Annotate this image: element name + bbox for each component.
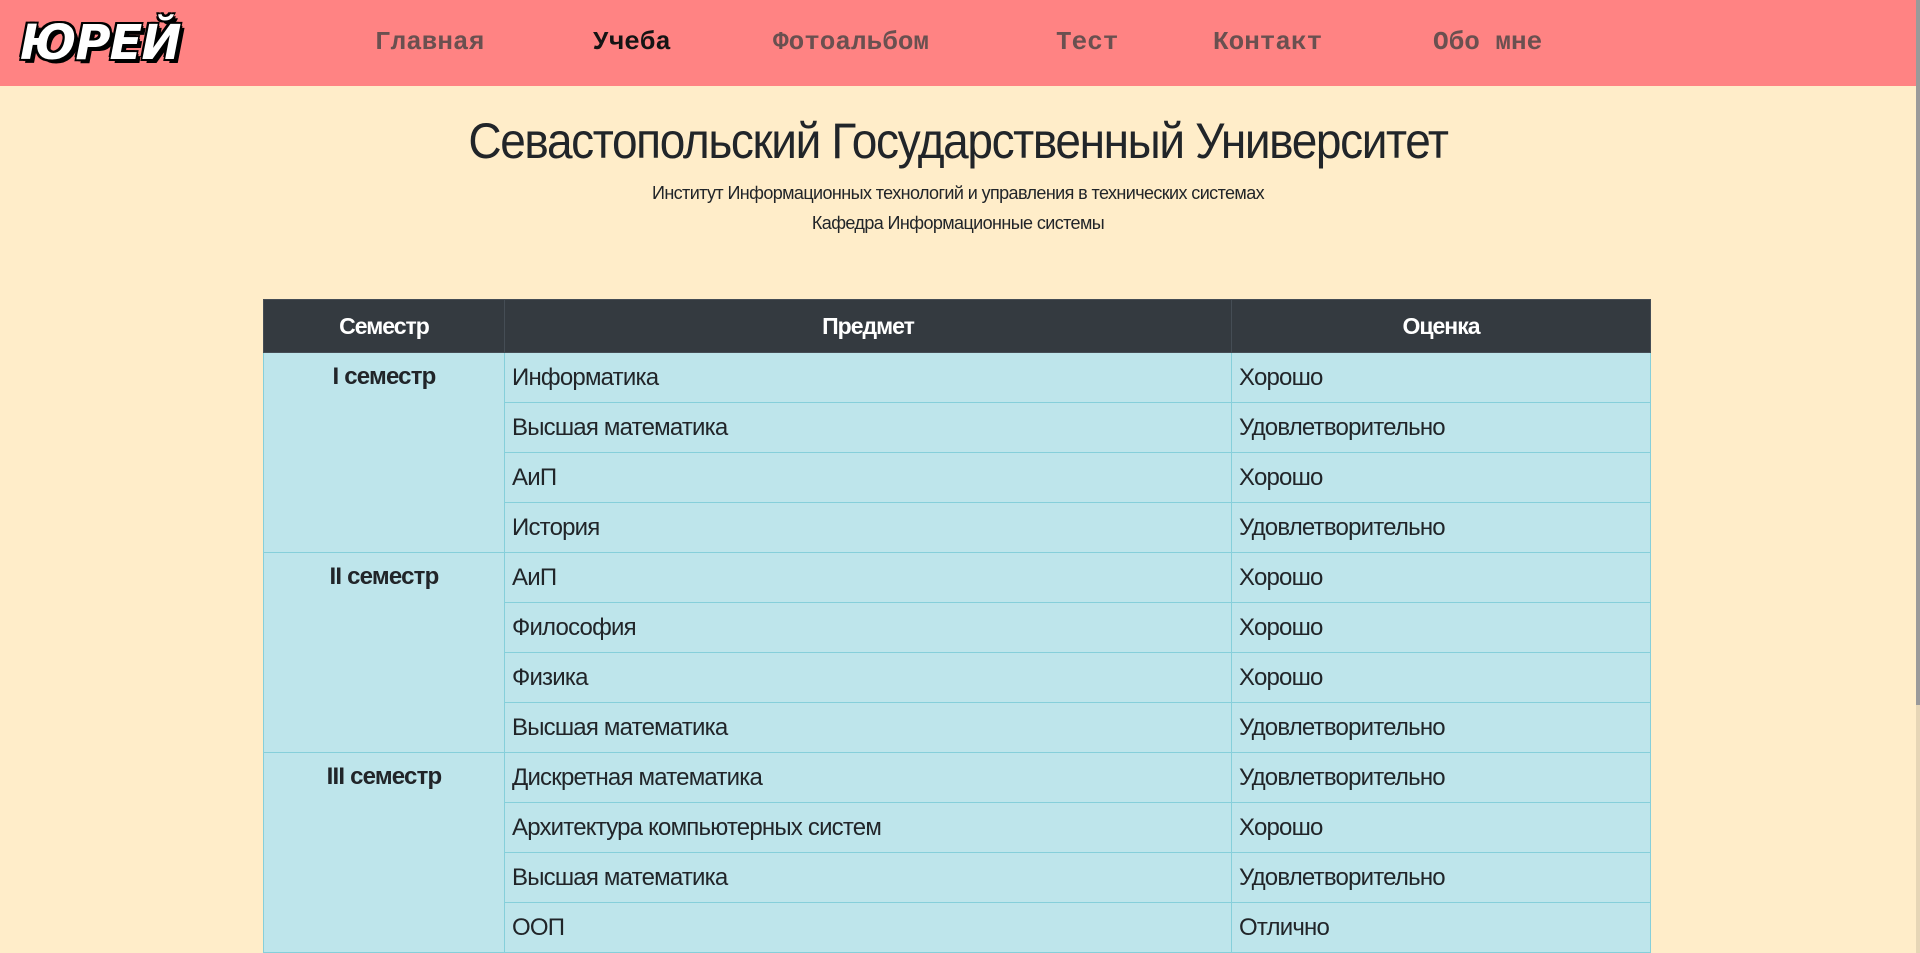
grade-cell: Хорошо — [1231, 802, 1651, 853]
subject-cell: Философия — [504, 602, 1232, 653]
column-header-semester: Семестр — [263, 299, 505, 353]
site-logo[interactable]: ЮРЕЙ — [20, 13, 181, 73]
grade-cell: Хорошо — [1231, 602, 1651, 653]
subject-cell: Информатика — [504, 352, 1232, 403]
table-header-row: Семестр Предмет Оценка — [263, 299, 1651, 353]
nav-link-study[interactable]: Учеба — [593, 24, 671, 60]
university-title: Севастопольский Государственный Универси… — [468, 113, 1449, 169]
grade-cell: Удовлетворительно — [1231, 702, 1651, 753]
grades-table: Семестр Предмет Оценка I семестр Информа… — [263, 299, 1651, 953]
semester-cell: I семестр — [263, 352, 505, 553]
subject-cell: Архитектура компьютерных систем — [504, 802, 1232, 853]
nav-link-contact[interactable]: Контакт — [1213, 24, 1322, 60]
table-row: II семестр АиП Хорошо — [263, 552, 1651, 753]
table-row: III семестр Дискретная математика Удовле… — [263, 752, 1651, 953]
nav-link-home[interactable]: Главная — [375, 24, 484, 60]
subject-cell: АиП — [504, 552, 1232, 603]
grade-cell: Удовлетворительно — [1231, 502, 1651, 553]
nav-link-test[interactable]: Тест — [1056, 24, 1118, 60]
institute-name: Институт Информационных технологий и упр… — [651, 183, 1265, 203]
grade-cell: Хорошо — [1231, 652, 1651, 703]
grade-cell: Хорошо — [1231, 452, 1651, 503]
grade-cell: Удовлетворительно — [1231, 852, 1651, 903]
grade-cell: Удовлетворительно — [1231, 752, 1651, 803]
subject-cell: Высшая математика — [504, 702, 1232, 753]
department-name: Кафедра Информационные системы — [811, 213, 1105, 233]
column-header-grade: Оценка — [1231, 299, 1651, 353]
subject-cell: История — [504, 502, 1232, 553]
semester-cell: III семестр — [263, 752, 505, 953]
subject-cell: Высшая математика — [504, 852, 1232, 903]
column-header-subject: Предмет — [504, 299, 1232, 353]
table-row: I семестр Информатика Хорошо — [263, 352, 1651, 553]
grade-cell: Хорошо — [1231, 552, 1651, 603]
nav-link-about-me[interactable]: Обо мне — [1433, 24, 1542, 60]
grade-cell: Хорошо — [1231, 352, 1651, 403]
navbar: ЮРЕЙ Главная Учеба Фотоальбом Тест Конта… — [0, 0, 1916, 86]
grade-cell: Удовлетворительно — [1231, 402, 1651, 453]
page-header: Севастопольский Государственный Универси… — [0, 104, 1916, 238]
subject-cell: Физика — [504, 652, 1232, 703]
semester-cell: II семестр — [263, 552, 505, 753]
nav-link-photo-album[interactable]: Фотоальбом — [773, 24, 929, 60]
subject-cell: Дискретная математика — [504, 752, 1232, 803]
grade-cell: Отлично — [1231, 902, 1651, 953]
page-scrollbar[interactable] — [1916, 0, 1920, 953]
subject-cell: АиП — [504, 452, 1232, 503]
scrollbar-thumb[interactable] — [1916, 0, 1920, 705]
subject-cell: Высшая математика — [504, 402, 1232, 453]
subject-cell: ООП — [504, 902, 1232, 953]
